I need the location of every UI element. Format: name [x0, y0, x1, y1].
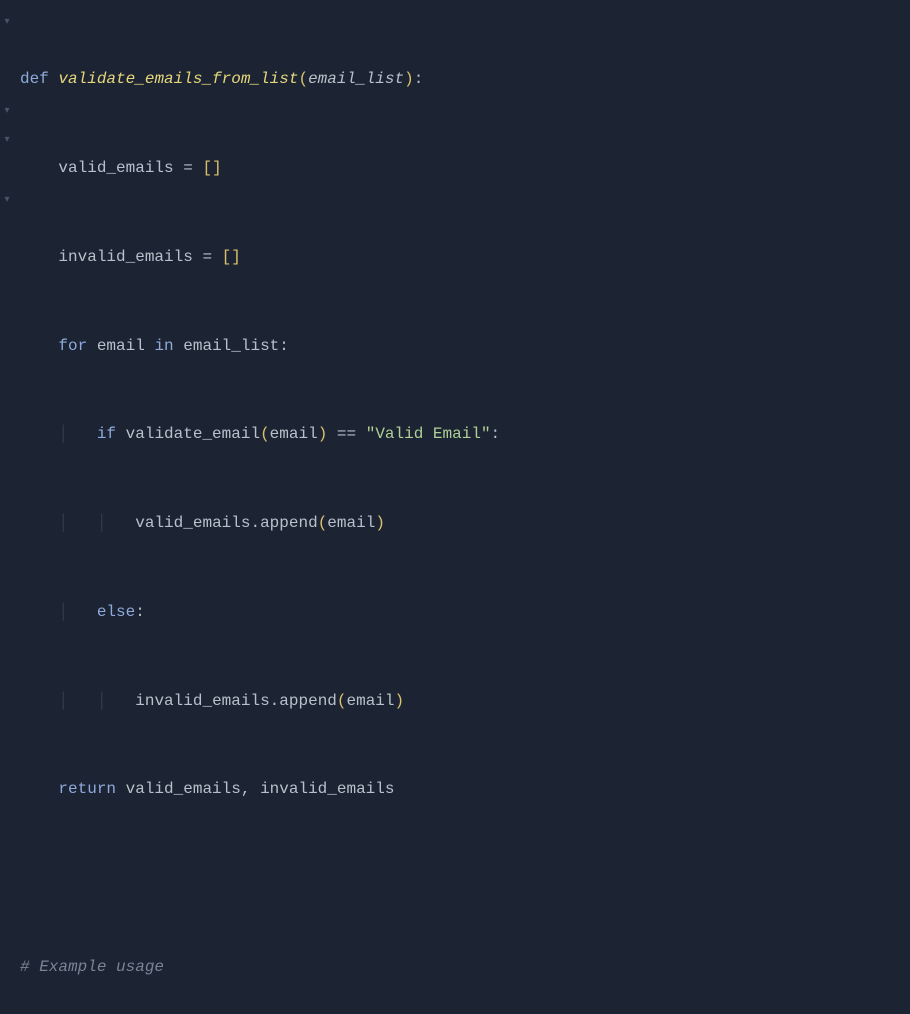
colon: :	[491, 425, 501, 443]
variable: valid_emails	[58, 159, 173, 177]
colon: :	[279, 337, 289, 355]
gutter-blank	[0, 304, 14, 334]
indent	[20, 248, 58, 266]
bracket-close: ]	[212, 159, 222, 177]
variable: valid_emails	[135, 514, 250, 532]
paren-close: )	[318, 425, 328, 443]
variable: invalid_emails	[135, 692, 269, 710]
paren-open: (	[260, 425, 270, 443]
gutter-blank	[0, 334, 14, 364]
gutter-blank	[0, 245, 14, 275]
paren-open: (	[318, 514, 328, 532]
variable: valid_emails	[126, 780, 241, 798]
indent	[20, 159, 58, 177]
method-call: append	[279, 692, 337, 710]
dot: .	[270, 692, 280, 710]
keyword-else: else	[97, 603, 135, 621]
code-line: │ else:	[20, 598, 910, 628]
indent: │ │	[20, 692, 135, 710]
parameter: email_list	[308, 70, 404, 88]
bracket-open: [	[222, 248, 232, 266]
variable: email	[97, 337, 145, 355]
variable: invalid_emails	[58, 248, 192, 266]
keyword-if: if	[97, 425, 116, 443]
fold-toggle[interactable]: ▾	[0, 97, 14, 127]
fold-toggle[interactable]: ▾	[0, 126, 14, 156]
code-line: # Example usage	[20, 953, 910, 983]
code-line: │ if validate_email(email) == "Valid Ema…	[20, 420, 910, 450]
indent	[20, 780, 58, 798]
keyword-return: return	[58, 780, 116, 798]
keyword-def: def	[20, 70, 49, 88]
operator-assign: =	[202, 248, 212, 266]
dot: .	[250, 514, 260, 532]
indent: │ │	[20, 514, 135, 532]
paren-close: )	[375, 514, 385, 532]
bracket-open: [	[202, 159, 212, 177]
gutter-blank	[0, 274, 14, 304]
indent: │	[20, 425, 97, 443]
paren-close: )	[395, 692, 405, 710]
argument: email	[347, 692, 395, 710]
operator-eq: ==	[337, 425, 356, 443]
paren-open: (	[337, 692, 347, 710]
paren-open: (	[298, 70, 308, 88]
code-line: │ │ valid_emails.append(email)	[20, 509, 910, 539]
comma: ,	[241, 780, 251, 798]
gutter-blank	[0, 67, 14, 97]
code-line: for email in email_list:	[20, 332, 910, 362]
operator-assign: =	[183, 159, 193, 177]
code-editor[interactable]: ▾ ▾ ▾ ▾ def validate_emails_from_list(em…	[0, 6, 910, 1014]
bracket-close: ]	[231, 248, 241, 266]
gutter-blank	[0, 393, 14, 423]
argument: email	[270, 425, 318, 443]
indent: │	[20, 603, 97, 621]
colon: :	[135, 603, 145, 621]
fold-toggle[interactable]: ▾	[0, 186, 14, 216]
comment: # Example usage	[20, 958, 164, 976]
argument: email	[327, 514, 375, 532]
paren-close: )	[404, 70, 414, 88]
code-area[interactable]: def validate_emails_from_list(email_list…	[14, 6, 910, 1014]
gutter-blank	[0, 363, 14, 393]
function-name: validate_emails_from_list	[58, 70, 298, 88]
code-line: valid_emails = []	[20, 154, 910, 184]
code-line: def validate_emails_from_list(email_list…	[20, 65, 910, 95]
colon: :	[414, 70, 424, 88]
keyword-for: for	[58, 337, 87, 355]
keyword-in: in	[154, 337, 173, 355]
method-call: append	[260, 514, 318, 532]
code-line: │ │ invalid_emails.append(email)	[20, 687, 910, 717]
gutter-blank	[0, 156, 14, 186]
indent	[20, 337, 58, 355]
code-line: return valid_emails, invalid_emails	[20, 775, 910, 805]
gutter-blank	[0, 38, 14, 68]
variable: email_list	[183, 337, 279, 355]
variable: invalid_emails	[260, 780, 394, 798]
code-line-blank	[20, 864, 910, 894]
function-call: validate_email	[126, 425, 260, 443]
gutter: ▾ ▾ ▾ ▾	[0, 6, 14, 1014]
code-line: invalid_emails = []	[20, 243, 910, 273]
gutter-blank	[0, 215, 14, 245]
fold-toggle[interactable]: ▾	[0, 8, 14, 38]
string-literal: "Valid Email"	[366, 425, 491, 443]
